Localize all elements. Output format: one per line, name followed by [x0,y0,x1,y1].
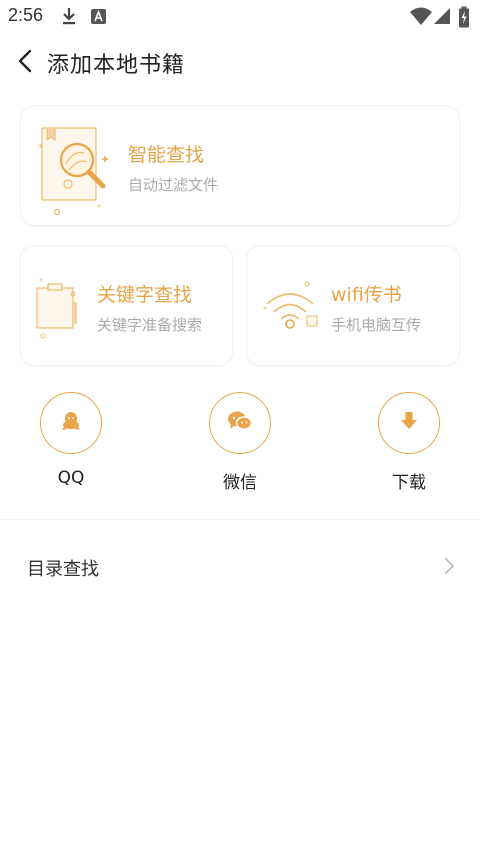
qq-import-button[interactable]: QQ [26,392,116,488]
qq-penguin-icon [60,410,82,436]
notification-a-icon [90,6,108,30]
keyword-find-title: 关键字查找 [97,284,193,306]
qq-label: QQ [57,468,85,488]
smart-find-title: 智能查找 [128,144,205,166]
back-button[interactable] [10,46,40,80]
smart-find-card[interactable]: 智能查找 自动过滤文件 [20,105,460,226]
wifi-transfer-title: wifi传书 [331,284,402,306]
wifi-icon [261,278,323,338]
wifi-icon [409,6,433,30]
download-import-button[interactable]: 下载 [364,392,454,493]
chevron-left-icon [17,49,33,77]
clipboard-icon [33,276,83,344]
status-bar: 2:56 [0,0,480,32]
directory-find-label: 目录查找 [27,559,99,580]
directory-find-row[interactable]: 目录查找 [0,537,480,597]
smart-find-subtitle: 自动过滤文件 [128,176,219,194]
app-header: 添加本地书籍 [0,32,480,94]
wechat-icon-circle [209,392,271,454]
download-icon [60,6,78,30]
download-icon-circle [378,392,440,454]
section-divider [0,519,480,520]
wifi-transfer-card[interactable]: wifi传书 手机电脑互传 [246,245,460,366]
signal-icon [433,6,451,30]
wechat-import-button[interactable]: 微信 [195,392,285,493]
battery-charging-icon [458,6,470,32]
status-time: 2:56 [8,5,44,25]
wifi-transfer-subtitle: 手机电脑互传 [331,316,422,334]
wechat-label: 微信 [223,473,257,493]
page-title: 添加本地书籍 [47,53,186,78]
keyword-find-card[interactable]: 关键字查找 关键字准备搜索 [20,245,233,366]
download-label: 下载 [392,473,426,493]
wechat-icon [227,410,253,436]
download-arrow-icon [399,410,419,436]
keyword-find-subtitle: 关键字准备搜索 [97,316,203,334]
document-magnifier-icon [35,120,117,224]
qq-icon-circle [40,392,102,454]
chevron-right-icon [443,557,455,579]
